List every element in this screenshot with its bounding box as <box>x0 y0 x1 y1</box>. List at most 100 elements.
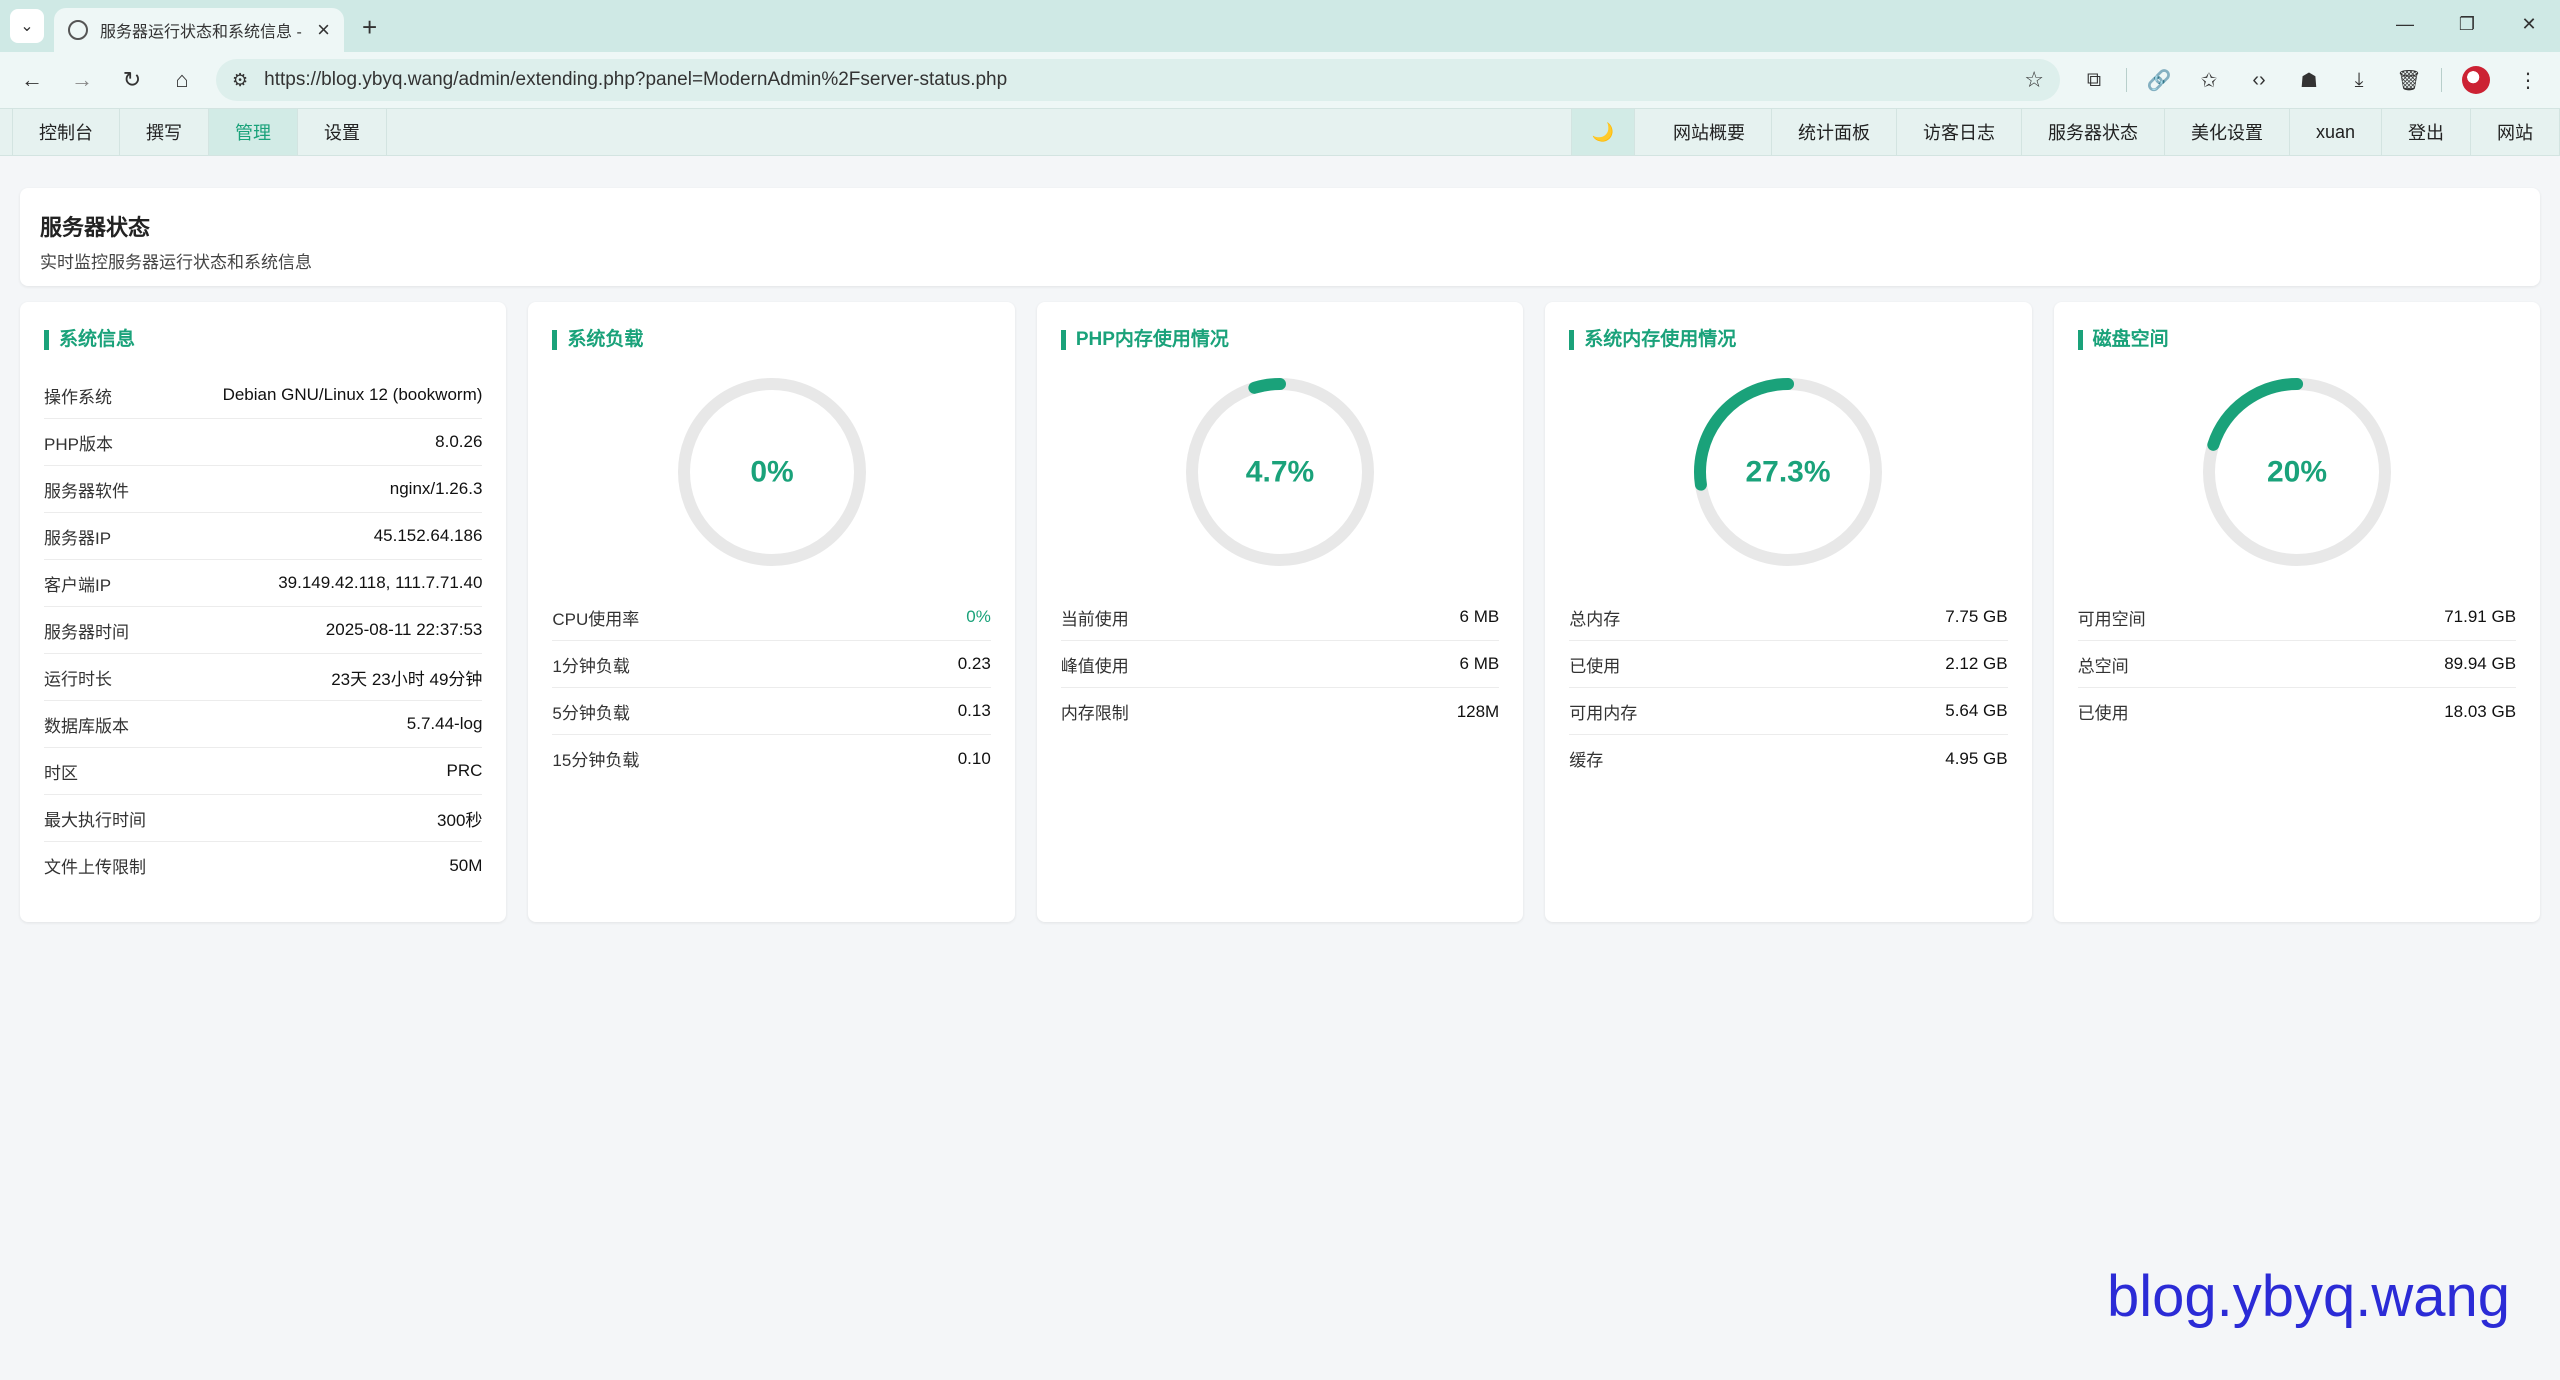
forward-icon[interactable]: → <box>60 58 104 102</box>
code-icon[interactable]: ‹› <box>2237 58 2281 102</box>
download-icon[interactable]: ⤓ <box>2337 58 2381 102</box>
card-title: 系统负载 <box>552 330 990 350</box>
gauge-label: 4.7% <box>1246 456 1314 489</box>
nav-dashboard[interactable]: 控制台 <box>12 109 120 155</box>
info-value: 0.13 <box>957 701 991 720</box>
tab-title: 服务器运行状态和系统信息 - X <box>100 24 306 41</box>
info-label: 文件上传限制 <box>44 858 146 877</box>
info-list: 可用空间 71.91 GB 总空间 89.94 GB 已使用 18.03 GB <box>2077 594 2517 735</box>
restore-icon[interactable]: ❐ <box>2436 14 2498 35</box>
watermark: blog.ybyq.wang <box>2106 1264 2510 1329</box>
card-title: 磁盘空间 <box>2077 330 2516 350</box>
info-value: 6 MB <box>1459 607 1500 626</box>
chevron-down-icon: ⌄ <box>20 18 34 35</box>
ghost-icon[interactable]: ☗ <box>2287 58 2331 102</box>
nav-site-overview[interactable]: 网站概要 <box>1647 109 1772 155</box>
nav-visitor-log[interactable]: 访客日志 <box>1897 109 2022 155</box>
info-label: 当前使用 <box>1060 609 1129 629</box>
nav-write[interactable]: 撰写 <box>120 109 209 155</box>
info-value: 5.7.44-log <box>406 714 483 733</box>
info-label: 运行时长 <box>44 669 112 689</box>
info-row: 可用内存 5.64 GB <box>1569 688 2008 735</box>
info-list: 当前使用 6 MB 峰值使用 6 MB 内存限制 128M <box>1060 594 1500 735</box>
toolbar-divider <box>2126 68 2127 92</box>
gauge-ring: 4.7% <box>1186 378 1375 566</box>
trash-icon[interactable]: 🗑 <box>2387 58 2431 102</box>
info-label: 1分钟负载 <box>552 656 630 676</box>
address-bar[interactable]: ⚙ https://blog.ybyq.wang/admin/extending… <box>216 59 2060 101</box>
info-value: 50M <box>449 855 483 875</box>
gauge-label: 27.3% <box>1746 456 1831 489</box>
info-row: 文件上传限制 50M <box>44 842 482 889</box>
info-row: PHP版本 8.0.26 <box>44 419 483 466</box>
info-value: 18.03 GB <box>2444 701 2517 721</box>
info-label: PHP版本 <box>44 434 113 454</box>
info-value: 5.64 GB <box>1945 701 2008 720</box>
reload-icon[interactable]: ↻ <box>110 58 154 102</box>
nav-theme-settings[interactable]: 美化设置 <box>2165 109 2290 155</box>
info-value: 0.10 <box>957 748 991 768</box>
nav-settings[interactable]: 设置 <box>298 109 387 155</box>
card-title: PHP内存使用情况 <box>1060 330 1499 350</box>
gauge-label: 20% <box>2267 456 2327 489</box>
info-label: 已使用 <box>2077 704 2129 723</box>
info-label: CPU使用率 <box>552 609 640 629</box>
extensions-icon[interactable]: ⧉ <box>2072 58 2116 102</box>
site-info-icon[interactable]: ⚙ <box>232 70 248 91</box>
more-menu-icon[interactable]: ⋮ <box>2506 58 2550 102</box>
link-icon[interactable]: 🔗 <box>2137 58 2181 102</box>
nav-manage[interactable]: 管理 <box>209 109 298 155</box>
profile-avatar[interactable] <box>2462 66 2490 94</box>
nav-site[interactable]: 网站 <box>2471 109 2560 155</box>
home-icon[interactable]: ⌂ <box>160 58 204 102</box>
info-value: 8.0.26 <box>435 432 483 451</box>
info-row: 缓存 4.95 GB <box>1569 735 2007 782</box>
info-label: 可用空间 <box>2077 609 2146 629</box>
admin-navbar: 控制台 撰写 管理 设置 🌙 网站概要 统计面板 访客日志 服务器状态 美化设置… <box>0 108 2560 156</box>
moon-icon[interactable]: 🌙 <box>1570 109 1635 155</box>
minimize-icon[interactable]: — <box>2374 14 2436 35</box>
info-value: 300秒 <box>437 810 483 830</box>
tab-search-button[interactable]: ⌄ <box>10 9 44 43</box>
system-load-card: 系统负载 0% CPU使用率 0% 1分钟负载 0.23 5分钟负载 0.13 15分钟负载… <box>528 302 1015 922</box>
back-icon[interactable]: ← <box>10 58 54 102</box>
system-memory-card: 系统内存使用情况 27.3% 总内存 7.75 GB 已使用 2.12 GB 可用内存 5… <box>1545 302 2032 922</box>
close-icon[interactable]: × <box>317 17 330 43</box>
info-value: 0% <box>966 607 991 626</box>
status-cards: 系统信息 操作系统 Debian GNU/Linux 12 (bookworm) P… <box>20 302 2541 922</box>
nav-logout[interactable]: 登出 <box>2382 109 2471 155</box>
nav-server-status[interactable]: 服务器状态 <box>2022 109 2165 155</box>
favorites-icon[interactable]: ✩ <box>2187 58 2231 102</box>
info-row: 客户端IP 39.149.42.118, 111.7.71.40 <box>44 560 483 607</box>
page-title: 服务器状态 <box>40 215 151 240</box>
admin-nav-left: 控制台 撰写 管理 设置 <box>12 109 387 155</box>
info-list: 操作系统 Debian GNU/Linux 12 (bookworm) PHP版本 8… <box>44 372 483 889</box>
gauge: 4.7% <box>1061 372 1499 572</box>
gauge-label: 0% <box>750 456 793 489</box>
info-label: 客户端IP <box>44 575 112 595</box>
main-content: 服务器状态 实时监控服务器运行状态和系统信息 系统信息 操作系统 Debian G… <box>0 156 2560 922</box>
php-memory-card: PHP内存使用情况 4.7% 当前使用 6 MB 峰值使用 6 MB 内存限制 128M <box>1036 302 1524 922</box>
info-row: 服务器IP 45.152.64.186 <box>44 513 483 560</box>
info-value: PRC <box>446 761 483 780</box>
info-row: 最大执行时间 300秒 <box>44 795 483 842</box>
info-value: 6 MB <box>1459 654 1500 673</box>
bookmark-star-icon[interactable]: ☆ <box>2024 67 2044 93</box>
info-label: 缓存 <box>1569 751 1604 770</box>
url-text[interactable]: https://blog.ybyq.wang/admin/extending.p… <box>264 69 2008 91</box>
info-row: 已使用 18.03 GB <box>2078 688 2516 735</box>
card-title: 系统信息 <box>44 330 482 350</box>
info-list: CPU使用率 0% 1分钟负载 0.23 5分钟负载 0.13 15分钟负载 0.10 <box>552 594 991 782</box>
info-label: 服务器IP <box>44 528 112 548</box>
browser-tab[interactable]: 服务器运行状态和系统信息 - X × <box>54 8 344 52</box>
nav-stats-panel[interactable]: 统计面板 <box>1772 109 1897 155</box>
info-value: 7.75 GB <box>1945 607 2008 626</box>
info-value: 0.23 <box>957 654 991 673</box>
browser-tabbar: ⌄ 服务器运行状态和系统信息 - X × + — ❐ ✕ <box>0 0 2560 52</box>
new-tab-button[interactable]: + <box>362 12 377 43</box>
info-label: 总空间 <box>2077 656 2129 676</box>
info-label: 内存限制 <box>1060 704 1129 723</box>
nav-user[interactable]: xuan <box>2290 109 2382 155</box>
window-close-icon[interactable]: ✕ <box>2498 14 2560 35</box>
info-value: 23天 23小时 49分钟 <box>331 669 483 689</box>
